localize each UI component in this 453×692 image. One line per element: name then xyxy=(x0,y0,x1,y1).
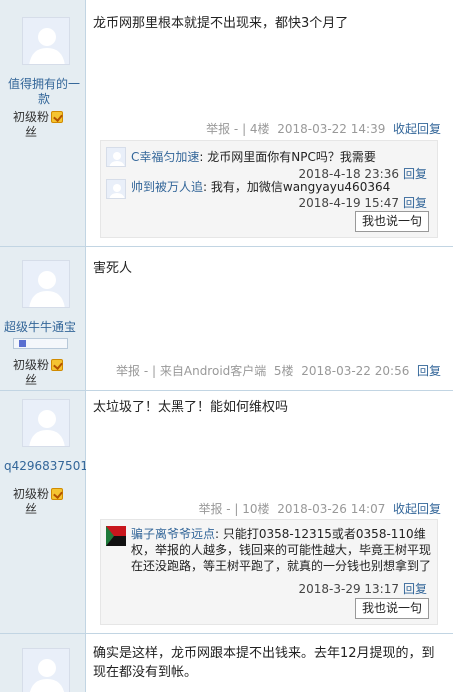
commenter-name[interactable]: 帅到被万人追 xyxy=(131,180,203,194)
username[interactable]: q4296837501 xyxy=(0,459,86,474)
post-meta: 举报 - | 10楼 2018-03-26 14:07 收起回复 xyxy=(198,500,441,517)
rank-medal-icon xyxy=(51,111,64,123)
post-floor-10: q4296837501 初级粉 丝 太垃圾了！太黑了！能如何维权吗 举报 - |… xyxy=(0,390,453,633)
comment-reply-link[interactable]: 回复 xyxy=(403,196,427,210)
report-link[interactable]: 举报 - xyxy=(198,502,230,516)
post-date: 2018-03-22 14:39 xyxy=(277,122,386,136)
post-source: | 来自Android客户端 xyxy=(152,364,267,378)
add-comment-button[interactable]: 我也说一句 xyxy=(354,211,429,232)
collapse-replies-link[interactable]: 收起回复 xyxy=(393,502,441,516)
commenter-avatar[interactable] xyxy=(106,179,126,199)
reply-link[interactable]: 回复 xyxy=(417,364,441,378)
post-content: 害死人 xyxy=(93,261,133,276)
rank-medal-icon xyxy=(51,488,64,500)
floor-number: | 4楼 xyxy=(242,122,270,136)
flag-avatar-icon[interactable] xyxy=(106,526,126,546)
default-avatar-icon xyxy=(23,18,69,64)
default-avatar-icon xyxy=(23,261,69,307)
author-panel: q4296837501 初级粉 丝 xyxy=(0,391,86,633)
comment-box: 骗子离爷爷远点: 只能打0358-12315或者0358-110维权，举报的人越… xyxy=(100,519,438,625)
user-rank: 初级粉 丝 xyxy=(13,358,73,388)
collapse-replies-link[interactable]: 收起回复 xyxy=(393,122,441,136)
comment-time: 2018-4-19 15:47 回复 xyxy=(298,196,427,210)
report-link[interactable]: 举报 - xyxy=(206,122,238,136)
comment-box: C幸福匀加速: 龙币网里面你有NPC吗？我需要 2018-4-18 23:36 回… xyxy=(100,140,438,238)
post-floor-5: 超级牛牛通宝 初级粉 丝 害死人 举报 - | 来自Android客户端 5楼 … xyxy=(0,246,453,390)
author-panel: 超级牛牛通宝 初级粉 丝 xyxy=(0,247,86,390)
post-date: 2018-03-26 14:07 xyxy=(277,502,386,516)
floor-number: 5楼 xyxy=(273,364,294,378)
commenter-name[interactable]: C幸福匀加速 xyxy=(131,150,199,164)
post-floor-next: 确实是这样，龙币网跟本提不出钱来。去年12月提现的，到现在都没有到帐。 xyxy=(0,633,453,692)
post-meta: 举报 - | 来自Android客户端 5楼 2018-03-22 20:56 … xyxy=(116,362,441,379)
default-avatar-icon xyxy=(107,180,125,198)
user-rank: 初级粉 丝 xyxy=(13,487,73,517)
post-content: 龙币网那里根本就提不出现来，都快3个月了 xyxy=(93,16,349,31)
comment-text: 骗子离爷爷远点: 只能打0358-12315或者0358-110维权，举报的人越… xyxy=(131,527,432,573)
post-content: 太垃圾了！太黑了！能如何维权吗 xyxy=(93,400,289,415)
post-date: 2018-03-22 20:56 xyxy=(301,364,410,378)
comment-reply-link[interactable]: 回复 xyxy=(403,582,427,596)
comment-item: C幸福匀加速: 龙币网里面你有NPC吗？我需要 2018-4-18 23:36 回… xyxy=(106,147,431,181)
commenter-avatar[interactable] xyxy=(106,147,126,167)
post-content: 确实是这样，龙币网跟本提不出钱来。去年12月提现的，到现在都没有到帐。 xyxy=(93,646,435,680)
avatar[interactable] xyxy=(22,648,70,692)
default-avatar-icon xyxy=(23,400,69,446)
username[interactable]: 超级牛牛通宝 xyxy=(0,320,86,335)
commenter-name[interactable]: 骗子离爷爷远点 xyxy=(131,527,215,541)
comment-text: 帅到被万人追: 我有，加微信wangyayu460364 xyxy=(131,180,391,194)
report-link[interactable]: 举报 - xyxy=(116,364,148,378)
comment-item: 帅到被万人追: 我有，加微信wangyayu460364 2018-4-19 1… xyxy=(106,179,431,211)
comment-text: C幸福匀加速: 龙币网里面你有NPC吗？我需要 xyxy=(131,150,376,164)
user-rank: 初级粉 丝 xyxy=(13,110,73,140)
default-avatar-icon xyxy=(107,148,125,166)
author-panel xyxy=(0,634,86,692)
post-floor-4: 值得拥有的一款 初级粉 丝 龙币网那里根本就提不出现来，都快3个月了 举报 - … xyxy=(0,0,453,246)
post-meta: 举报 - | 4楼 2018-03-22 14:39 收起回复 xyxy=(206,120,441,137)
avatar[interactable] xyxy=(22,17,70,65)
author-panel: 值得拥有的一款 初级粉 丝 xyxy=(0,0,86,246)
floor-number: | 10楼 xyxy=(234,502,270,516)
default-avatar-icon xyxy=(23,649,69,692)
avatar[interactable] xyxy=(22,399,70,447)
mobile-badge-icon xyxy=(13,338,68,349)
rank-medal-icon xyxy=(51,359,64,371)
comment-time: 2018-3-29 13:17 回复 xyxy=(298,582,427,596)
add-comment-button[interactable]: 我也说一句 xyxy=(354,598,429,619)
avatar[interactable] xyxy=(22,260,70,308)
flag-icon xyxy=(106,526,126,546)
username[interactable]: 值得拥有的一款 xyxy=(4,77,84,107)
comment-item: 骗子离爷爷远点: 只能打0358-12315或者0358-110维权，举报的人越… xyxy=(106,526,431,596)
